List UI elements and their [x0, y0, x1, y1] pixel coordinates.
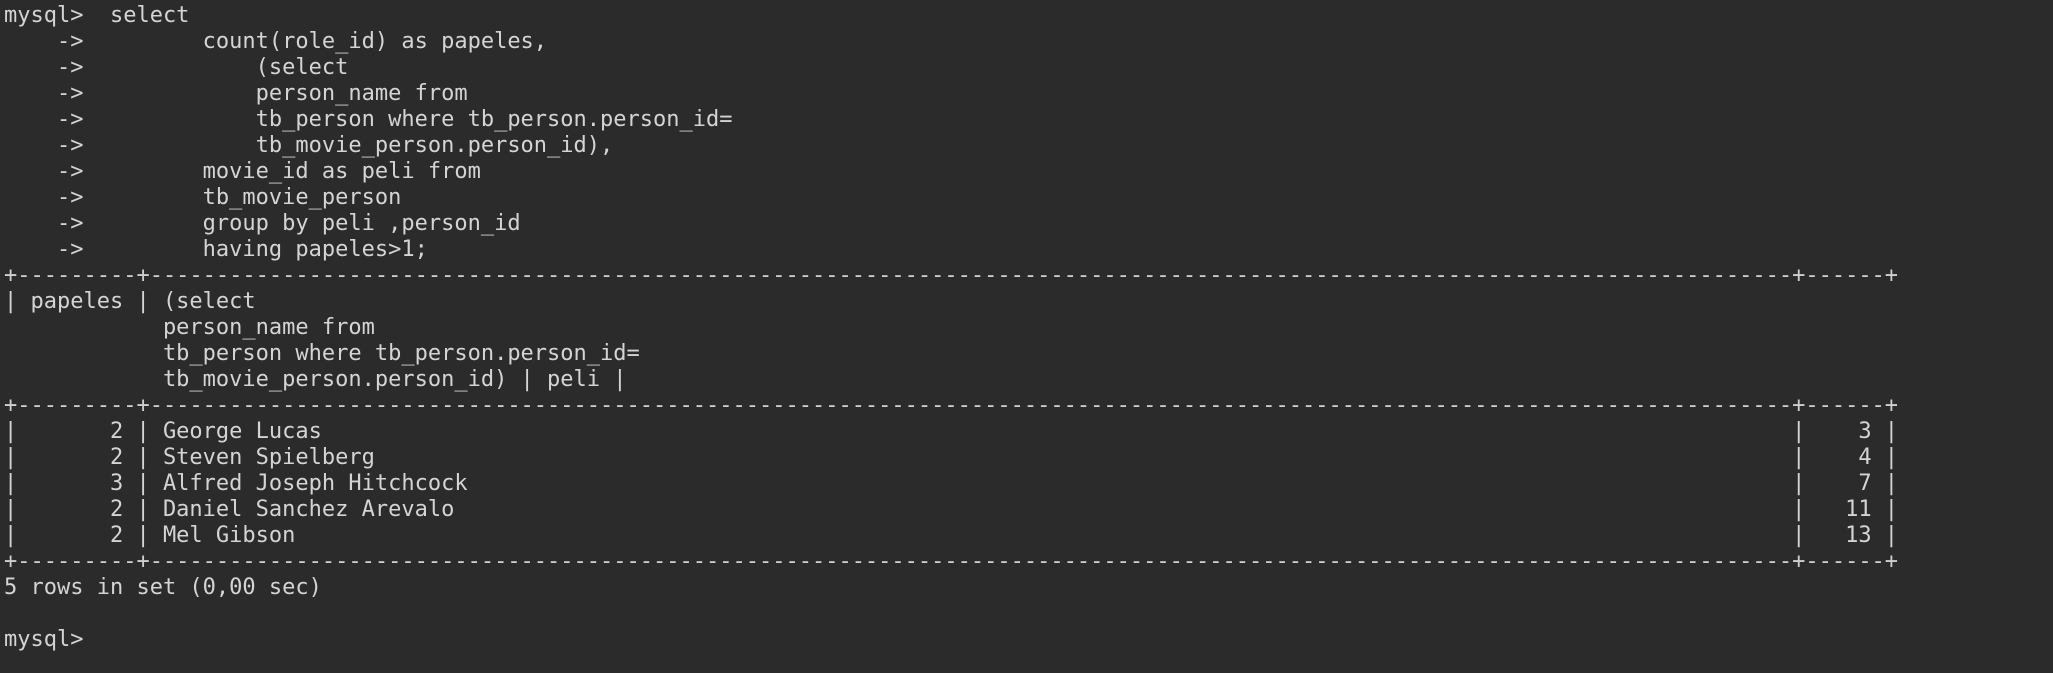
continuation-line: -> having papeles>1;	[4, 237, 428, 262]
terminal-window[interactable]: mysql> select -> count(role_id) as papel…	[0, 0, 2053, 673]
table-row: | 2 | Steven Spielberg | 4 |	[4, 445, 1899, 470]
continuation-line: -> (select	[4, 55, 349, 80]
continuation-line: -> tb_movie_person.person_id),	[4, 133, 614, 158]
table-row: | 2 | Daniel Sanchez Arevalo | 11 |	[4, 497, 1899, 522]
continuation-line: -> person_name from	[4, 81, 468, 106]
continuation-line: -> group by peli ,person_id	[4, 211, 521, 236]
continuation-line: -> count(role_id) as papeles,	[4, 29, 548, 54]
table-row: | 3 | Alfred Joseph Hitchcock | 7 |	[4, 471, 1899, 496]
table-header-line: tb_person where tb_person.person_id=	[4, 341, 640, 366]
command-prompt[interactable]: mysql>	[4, 627, 1898, 653]
continuation-line: -> movie_id as peli from	[4, 159, 481, 184]
continuation-line: -> tb_movie_person	[4, 185, 402, 210]
table-border: +---------+-----------------------------…	[4, 263, 1899, 288]
table-header-line: tb_movie_person.person_id) | peli |	[4, 367, 627, 392]
result-summary: 5 rows in set (0,00 sec)	[4, 575, 322, 600]
terminal-output: mysql> select -> count(role_id) as papel…	[4, 3, 1898, 653]
table-border: +---------+-----------------------------…	[4, 393, 1899, 418]
table-header-line: | papeles | (select	[4, 289, 256, 314]
table-header-line: person_name from	[4, 315, 375, 340]
prompt-line: mysql> select	[4, 3, 190, 28]
continuation-line: -> tb_person where tb_person.person_id=	[4, 107, 733, 132]
table-row: | 2 | George Lucas | 3 |	[4, 419, 1899, 444]
table-row: | 2 | Mel Gibson | 13 |	[4, 523, 1899, 548]
table-border: +---------+-----------------------------…	[4, 549, 1899, 574]
